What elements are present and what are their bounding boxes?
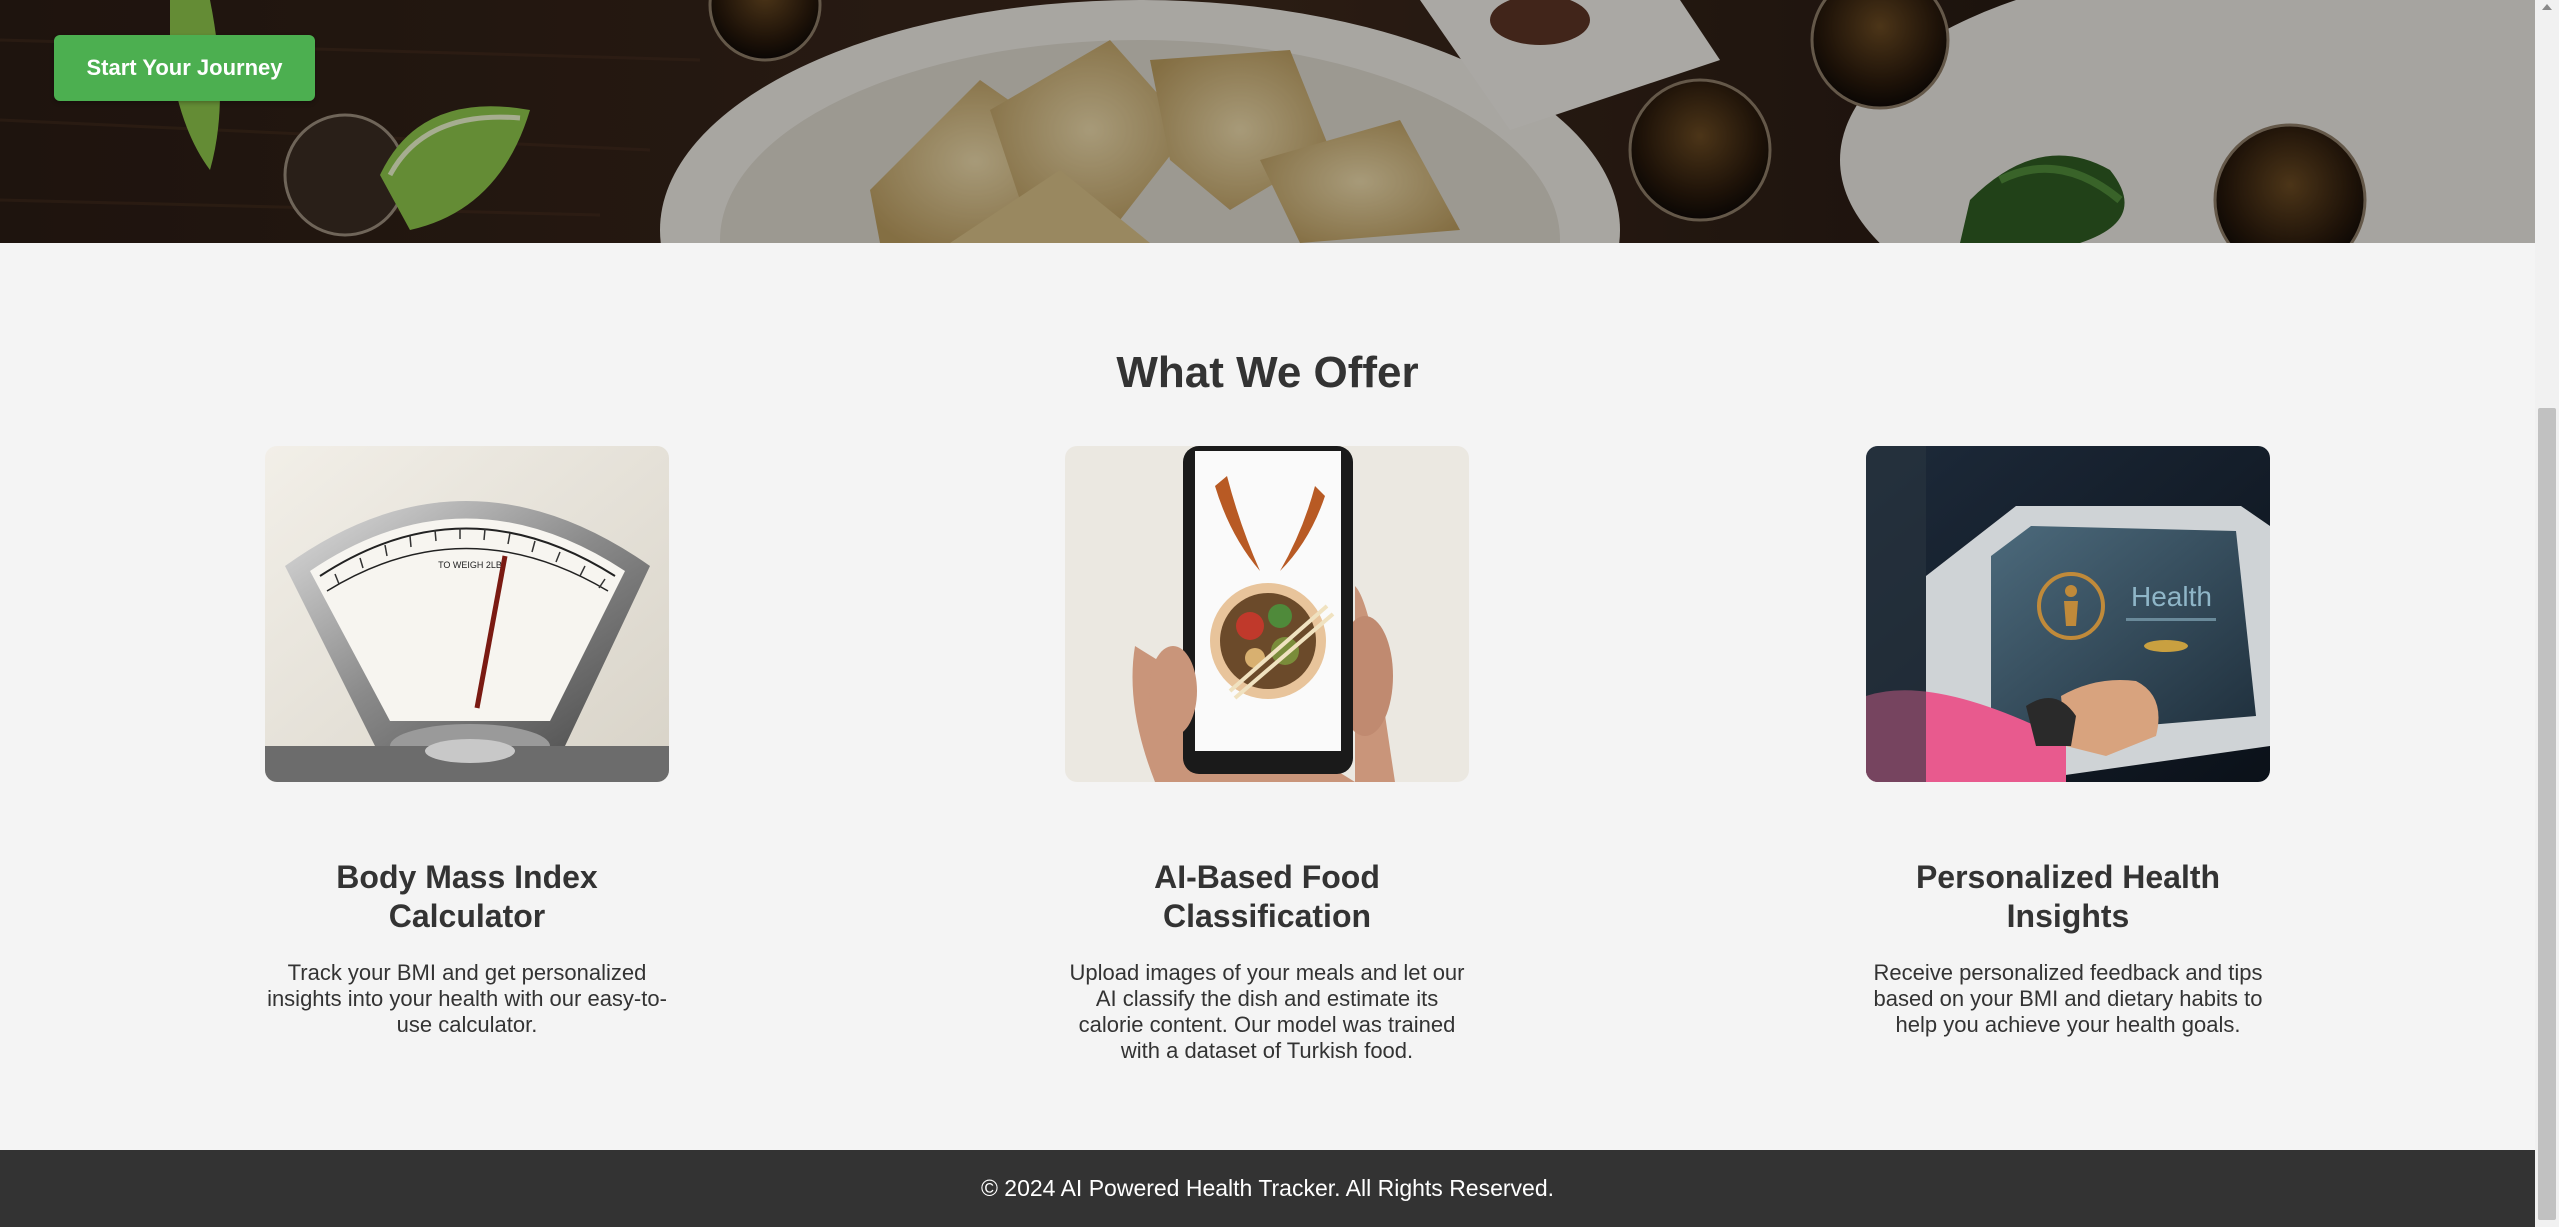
card-description: Receive personalized feedback and tips b…: [1873, 960, 2263, 1037]
section-title: What We Offer: [1116, 348, 1419, 397]
copyright-text: © 2024 AI Powered Health Tracker. All Ri…: [980, 1175, 1555, 1201]
scroll-up-arrow-icon[interactable]: [2542, 4, 2552, 10]
offer-card-health-insights: Health Personalized Health Insights Rece…: [1866, 446, 2270, 1038]
weighing-scale-icon: TO WEIGH 2LB: [265, 446, 669, 782]
card-description: Upload images of your meals and let our …: [1069, 960, 1465, 1063]
offer-card-bmi: TO WEIGH 2LB Body Mass Index Calculator …: [265, 446, 669, 1038]
svg-text:Health: Health: [2131, 581, 2212, 612]
hero-banner: Start Your Journey: [0, 0, 2535, 243]
offer-card-food-classification: AI-Based Food Classification Upload imag…: [1065, 446, 1469, 1064]
hero-food-photo: [0, 0, 2535, 243]
scrollbar-thumb[interactable]: [2538, 408, 2556, 1220]
card-title: Personalized Health Insights: [1915, 859, 2221, 934]
footer: © 2024 AI Powered Health Tracker. All Ri…: [0, 1150, 2535, 1227]
card-description: Track your BMI and get personalized insi…: [267, 960, 667, 1037]
start-journey-button[interactable]: Start Your Journey: [54, 35, 315, 101]
card-title: AI-Based Food Classification: [1154, 859, 1380, 934]
offers-section: What We Offer TO WEIGH 2LB Body Mass Ind…: [0, 243, 2535, 1150]
smartphone-food-icon: [1065, 446, 1469, 782]
card-title: Body Mass Index Calculator: [336, 859, 598, 934]
vertical-scrollbar[interactable]: [2535, 0, 2559, 1227]
health-screen-icon: Health: [1866, 446, 2270, 782]
page: Start Your Journey What We Offer TO WEIG…: [0, 0, 2535, 1227]
svg-text:TO WEIGH 2LB: TO WEIGH 2LB: [438, 560, 502, 570]
